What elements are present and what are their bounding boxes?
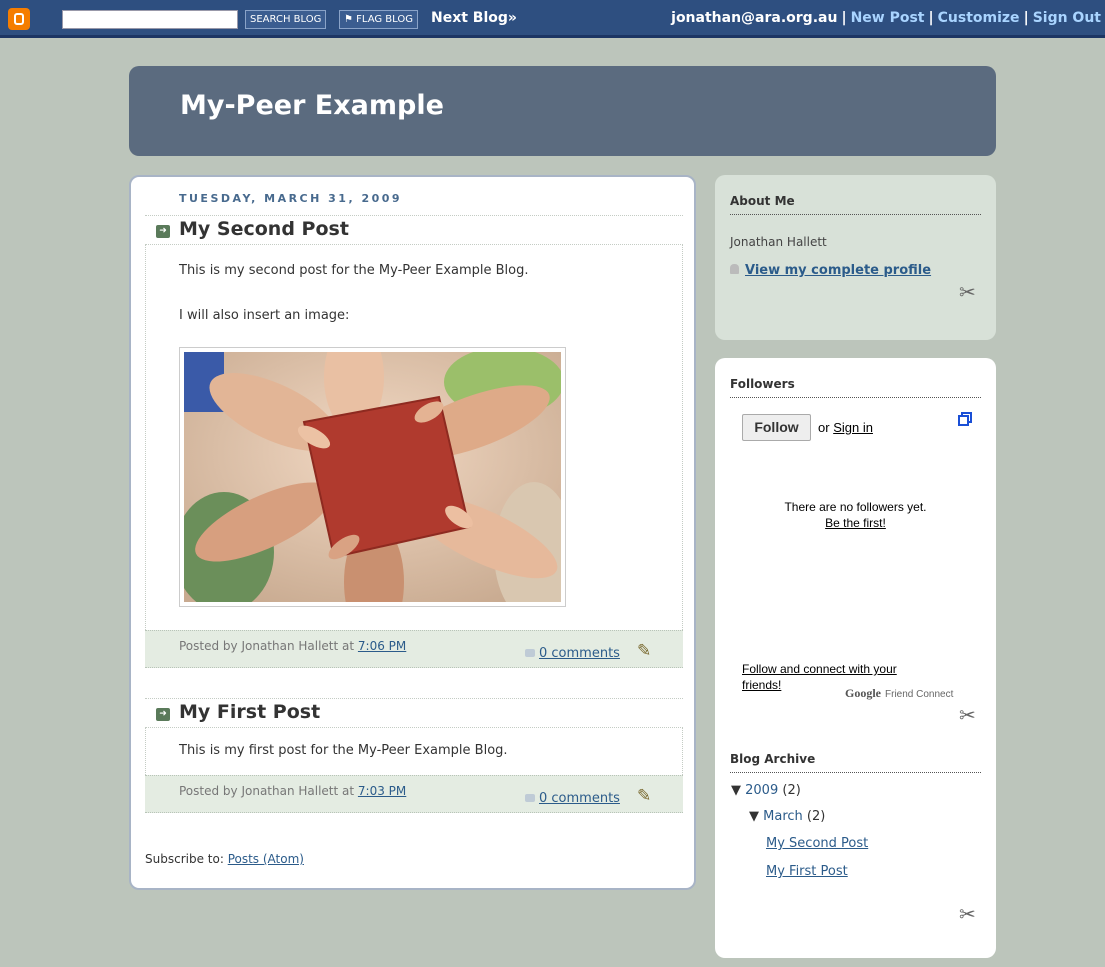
comments-link[interactable]: 0 comments xyxy=(525,646,620,661)
post-paragraph: I will also insert an image: xyxy=(179,308,350,323)
author-name: Jonathan Hallett xyxy=(730,235,827,249)
archive-post-link[interactable]: My Second Post xyxy=(766,836,868,851)
archive-month-count: (2) xyxy=(806,809,826,824)
customize-link[interactable]: Customize xyxy=(938,10,1020,26)
post-footer: Posted by Jonathan Hallett at 7:03 PM 0 … xyxy=(145,775,683,813)
post-date-header: TUESDAY, MARCH 31, 2009 xyxy=(179,192,403,205)
post-arrow-icon: ➜ xyxy=(156,708,170,721)
subscribe-label: Subscribe to: xyxy=(145,852,224,866)
new-post-link[interactable]: New Post xyxy=(851,10,925,26)
blog-search-input[interactable] xyxy=(62,10,238,29)
comment-icon xyxy=(525,794,535,802)
archive-post-item[interactable]: My Second Post xyxy=(766,836,868,851)
followers-title: Followers xyxy=(730,377,981,398)
post-title-row: ➜ My First Post xyxy=(145,698,683,728)
post-footer-byline: Posted by Jonathan Hallett at 7:06 PM xyxy=(179,639,406,653)
sidebar-widgets: Followers Follow or Sign in There are no… xyxy=(715,358,996,958)
post-paragraph: This is my second post for the My-Peer E… xyxy=(179,263,529,278)
friend-connect-label: Friend Connect xyxy=(885,689,954,700)
next-blog-link[interactable]: Next Blog» xyxy=(431,10,517,26)
separator: | xyxy=(841,10,847,26)
comments-link[interactable]: 0 comments xyxy=(525,791,620,806)
sign-in-link[interactable]: Sign in xyxy=(833,420,873,435)
main-column: TUESDAY, MARCH 31, 2009 ➜ My Second Post… xyxy=(129,175,696,890)
comments-count[interactable]: 0 comments xyxy=(539,791,620,806)
edit-widget-tools-icon[interactable]: ✂ xyxy=(959,280,976,304)
post-timestamp-link[interactable]: 7:03 PM xyxy=(358,784,406,798)
post-footer: Posted by Jonathan Hallett at 7:06 PM 0 … xyxy=(145,630,683,668)
subscribe-atom-link[interactable]: Posts (Atom) xyxy=(228,852,304,866)
collapse-triangle-icon[interactable]: ▼ xyxy=(749,809,763,824)
blog-archive-title: Blog Archive xyxy=(730,752,981,773)
edit-widget-tools-icon[interactable]: ✂ xyxy=(959,703,976,727)
hands-photo xyxy=(184,352,561,602)
about-me-title: About Me xyxy=(730,194,981,215)
flag-icon: ⚑ xyxy=(344,14,357,25)
be-first-link[interactable]: Be the first! xyxy=(825,516,886,530)
archive-year-link[interactable]: 2009 xyxy=(745,783,778,798)
popout-expand-icon[interactable] xyxy=(958,412,972,426)
post-title-row: ➜ My Second Post xyxy=(145,215,683,245)
archive-month-row[interactable]: ▼ March (2) xyxy=(749,809,825,824)
search-blog-button[interactable]: SEARCH BLOG xyxy=(245,10,327,29)
collapse-triangle-icon[interactable]: ▼ xyxy=(731,783,745,798)
sign-out-link[interactable]: Sign Out xyxy=(1033,10,1101,26)
profile-person-icon xyxy=(730,264,739,274)
or-text: or xyxy=(818,420,830,435)
post-footer-byline: Posted by Jonathan Hallett at 7:03 PM xyxy=(179,784,406,798)
follow-or-sign-in: or Sign in xyxy=(818,420,873,435)
navbar-user-links: jonathan@ara.org.au | New Post | Customize | S… xyxy=(671,10,1101,26)
post-title[interactable]: My First Post xyxy=(179,701,320,723)
blogger-logo-icon[interactable] xyxy=(8,8,30,30)
blogger-navbar: SEARCH BLOG ⚑ FLAG BLOG Next Blog» jonat… xyxy=(0,0,1105,38)
flag-blog-button[interactable]: ⚑ FLAG BLOG xyxy=(339,10,418,29)
post-timestamp-link[interactable]: 7:06 PM xyxy=(358,639,406,653)
archive-month-link[interactable]: March xyxy=(763,809,803,824)
archive-year-count: (2) xyxy=(782,783,801,798)
google-friend-connect: Google Friend Connect xyxy=(845,686,953,701)
google-logo: Google xyxy=(845,686,881,700)
edit-widget-tools-icon[interactable]: ✂ xyxy=(959,902,976,926)
separator: | xyxy=(928,10,934,26)
comment-icon xyxy=(525,649,535,657)
post-arrow-icon: ➜ xyxy=(156,225,170,238)
edit-post-pencil-icon[interactable]: ✎ xyxy=(637,786,651,806)
view-profile-link[interactable]: View my complete profile xyxy=(745,263,931,278)
blog-title[interactable]: My-Peer Example xyxy=(180,90,444,121)
profile-link-row[interactable]: View my complete profile xyxy=(730,263,931,278)
archive-post-link[interactable]: My First Post xyxy=(766,864,848,879)
archive-post-item[interactable]: My First Post xyxy=(766,864,848,879)
post-title[interactable]: My Second Post xyxy=(179,218,349,240)
flag-blog-label: FLAG BLOG xyxy=(356,14,413,25)
edit-post-pencil-icon[interactable]: ✎ xyxy=(637,641,651,661)
post-paragraph: This is my first post for the My-Peer Ex… xyxy=(179,743,508,758)
posted-by-text: Posted by Jonathan Hallett at xyxy=(179,784,355,798)
posted-by-text: Posted by Jonathan Hallett at xyxy=(179,639,355,653)
post-image-hands[interactable] xyxy=(179,347,566,607)
blog-header: My-Peer Example xyxy=(129,66,996,156)
no-followers-text: There are no followers yet. xyxy=(784,500,927,514)
follow-button[interactable]: Follow xyxy=(742,414,811,441)
no-followers-message: There are no followers yet. Be the first… xyxy=(730,499,981,531)
separator: | xyxy=(1023,10,1029,26)
archive-year-row[interactable]: ▼ 2009 (2) xyxy=(731,783,801,798)
user-email: jonathan@ara.org.au xyxy=(671,10,838,26)
subscribe-line: Subscribe to: Posts (Atom) xyxy=(145,852,304,866)
about-me-widget: About Me Jonathan Hallett View my comple… xyxy=(715,175,996,340)
comments-count[interactable]: 0 comments xyxy=(539,646,620,661)
